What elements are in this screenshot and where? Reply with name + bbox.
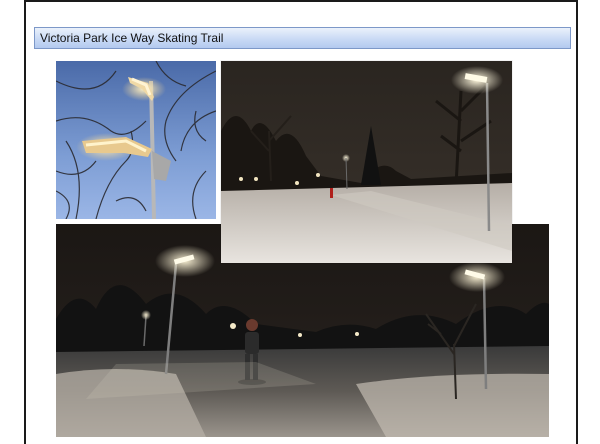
- photo-snowy-path: [221, 61, 512, 263]
- photo-snowy-path-image: [221, 61, 512, 263]
- photo-lamp-heads-image: [56, 61, 216, 219]
- slide-title: Victoria Park Ice Way Skating Trail: [40, 31, 224, 45]
- slide-title-bar: Victoria Park Ice Way Skating Trail: [34, 27, 571, 49]
- photo-lamp-heads: [56, 61, 216, 219]
